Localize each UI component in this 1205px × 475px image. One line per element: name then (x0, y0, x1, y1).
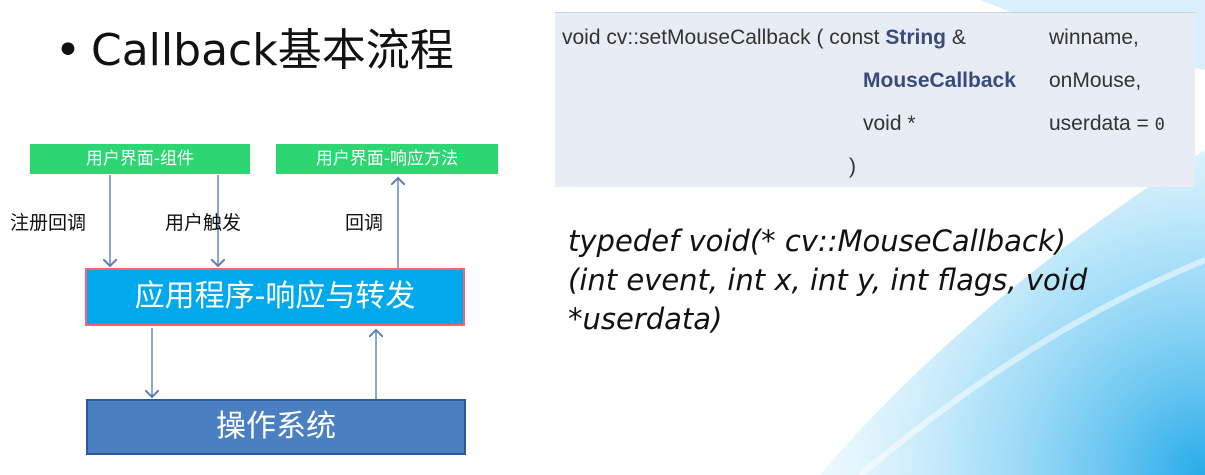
signature-close-paren: ) (849, 155, 856, 178)
typedef-line-1: typedef void(* cv::MouseCallback) (568, 224, 1066, 258)
app-box: 应用程序-响应与转发 (85, 268, 465, 326)
ui-component-box: 用户界面-组件 (30, 144, 250, 174)
function-signature: void cv::setMouseCallback ( const String… (555, 12, 1195, 187)
slide-title: • Callback基本流程 (55, 14, 454, 78)
type-mousecallback: MouseCallback (863, 69, 1016, 92)
type-string: String (885, 26, 946, 49)
signature-prefix: void cv::setMouseCallback ( const String… (562, 26, 966, 49)
ui-response-box: 用户界面-响应方法 (276, 144, 498, 174)
label-register-callback: 注册回调 (10, 212, 87, 234)
title-text: Callback基本流程 (91, 25, 454, 76)
label-callback: 回调 (345, 212, 384, 234)
bullet-icon: • (55, 25, 81, 76)
typedef-text: typedef void(* cv::MouseCallback) (int e… (568, 222, 1198, 339)
typedef-line-3: *userdata) (568, 302, 723, 336)
param-winname: winname, (1049, 26, 1139, 49)
os-box: 操作系统 (86, 399, 466, 455)
param-onmouse: onMouse, (1049, 69, 1142, 92)
default-value: 0 (1154, 115, 1165, 135)
param-userdata: userdata = 0 (1049, 112, 1165, 135)
amp: & (951, 26, 966, 49)
label-user-trigger: 用户触发 (165, 212, 242, 234)
typedef-line-2: (int event, int x, int y, int flags, voi… (568, 263, 1088, 297)
type-void-ptr: void * (863, 112, 916, 135)
